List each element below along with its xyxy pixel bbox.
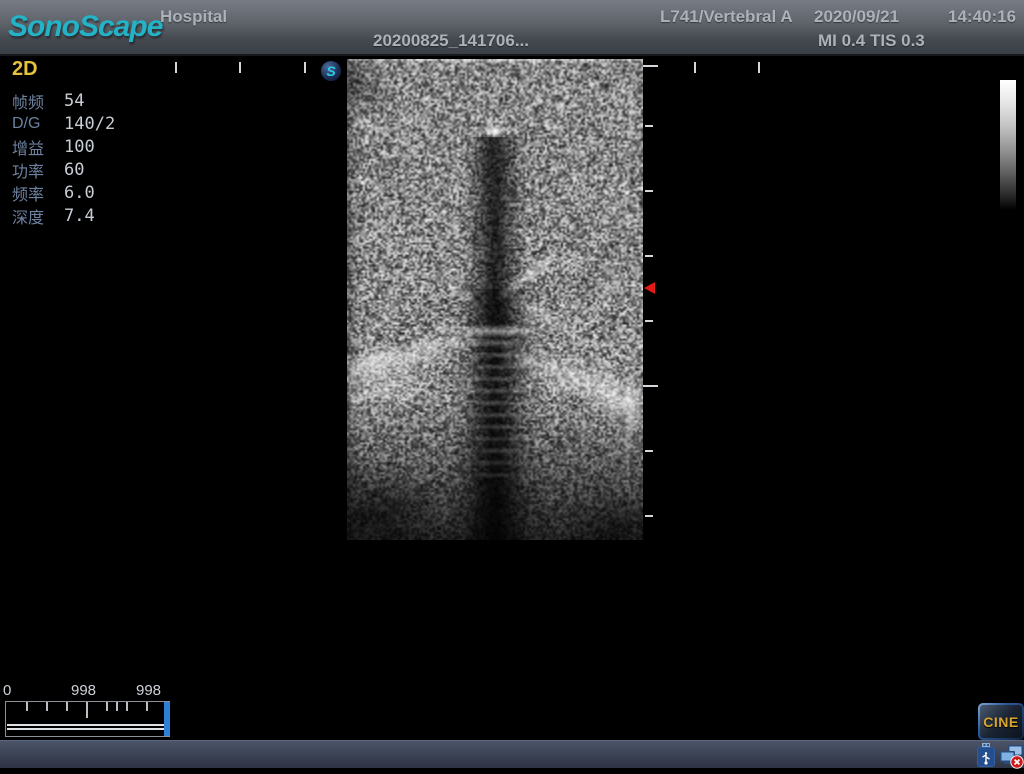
ruler-tick bbox=[643, 65, 658, 67]
param-label: 帧频 bbox=[12, 89, 64, 113]
ruler-tick bbox=[304, 62, 306, 73]
param-row: 功率 60 bbox=[12, 158, 182, 181]
param-value: 60 bbox=[64, 160, 84, 180]
ruler-tick bbox=[645, 125, 653, 127]
param-value: 140/2 bbox=[64, 114, 115, 134]
cine-tick bbox=[86, 702, 88, 718]
param-value: 7.4 bbox=[64, 206, 95, 226]
cine-button-face: CINE bbox=[980, 705, 1022, 738]
ruler-tick bbox=[758, 62, 760, 73]
ruler-tick bbox=[239, 62, 241, 73]
exam-time: 14:40:16 bbox=[948, 7, 1016, 27]
cine-tick bbox=[126, 702, 128, 711]
ruler-tick bbox=[645, 320, 653, 322]
ruler-tick bbox=[645, 515, 653, 517]
param-value: 100 bbox=[64, 137, 95, 157]
usb-icon[interactable] bbox=[976, 743, 996, 773]
focus-marker-icon bbox=[644, 282, 655, 294]
cine-tick bbox=[116, 702, 118, 711]
cine-tick bbox=[146, 702, 148, 711]
cine-mid-label: 998 bbox=[71, 682, 96, 699]
param-label: 功率 bbox=[12, 158, 64, 182]
param-row: 频率 6.0 bbox=[12, 181, 182, 204]
param-label: 深度 bbox=[12, 204, 64, 228]
ruler-tick bbox=[175, 62, 177, 73]
exam-id: 20200825_141706... bbox=[373, 31, 529, 51]
mi-tis-readout: MI 0.4 TIS 0.3 bbox=[818, 31, 925, 51]
param-label: D/G bbox=[12, 115, 64, 133]
param-row: 帧频 54 bbox=[12, 89, 182, 112]
ruler-tick bbox=[645, 255, 653, 257]
probe-preset: L741/Vertebral A bbox=[660, 7, 793, 27]
cine-end-label: 998 bbox=[136, 682, 161, 699]
cine-progress-line bbox=[7, 724, 168, 726]
ruler-tick bbox=[645, 190, 653, 192]
ruler-tick bbox=[694, 62, 696, 73]
cine-tick bbox=[46, 702, 48, 711]
param-row: D/G 140/2 bbox=[12, 112, 182, 135]
top-bar: SonoScape Hospital L741/Vertebral A 2020… bbox=[0, 0, 1024, 56]
probe-orientation-marker-icon: S bbox=[321, 61, 341, 81]
param-row: 增益 100 bbox=[12, 135, 182, 158]
taskbar bbox=[0, 740, 1024, 768]
cine-tick bbox=[26, 702, 28, 711]
cine-button-label: CINE bbox=[983, 714, 1018, 730]
param-label: 频率 bbox=[12, 181, 64, 205]
ruler-tick bbox=[643, 385, 658, 387]
mode-label: 2D bbox=[12, 58, 182, 81]
hospital-name: Hospital bbox=[160, 7, 227, 27]
ultrasound-image bbox=[347, 59, 643, 540]
cine-progress-line bbox=[7, 728, 168, 730]
param-value: 54 bbox=[64, 91, 84, 111]
exam-date: 2020/09/21 bbox=[814, 7, 899, 27]
cine-tick bbox=[66, 702, 68, 711]
grayscale-bar bbox=[1000, 80, 1016, 210]
cine-tick bbox=[106, 702, 108, 711]
cine-start-label: 0 bbox=[3, 682, 11, 699]
param-value: 6.0 bbox=[64, 183, 95, 203]
cine-scrubber[interactable] bbox=[5, 701, 170, 737]
param-row: 深度 7.4 bbox=[12, 204, 182, 227]
network-error-icon[interactable] bbox=[1000, 743, 1024, 774]
cine-position-cursor[interactable] bbox=[164, 702, 170, 736]
parameter-panel: 2D 帧频 54 D/G 140/2 增益 100 功率 60 频率 6.0 深… bbox=[12, 58, 182, 227]
sonoscape-logo: SonoScape bbox=[8, 10, 162, 44]
cine-button[interactable]: CINE bbox=[978, 703, 1024, 740]
param-label: 增益 bbox=[12, 135, 64, 159]
ruler-tick bbox=[645, 450, 653, 452]
